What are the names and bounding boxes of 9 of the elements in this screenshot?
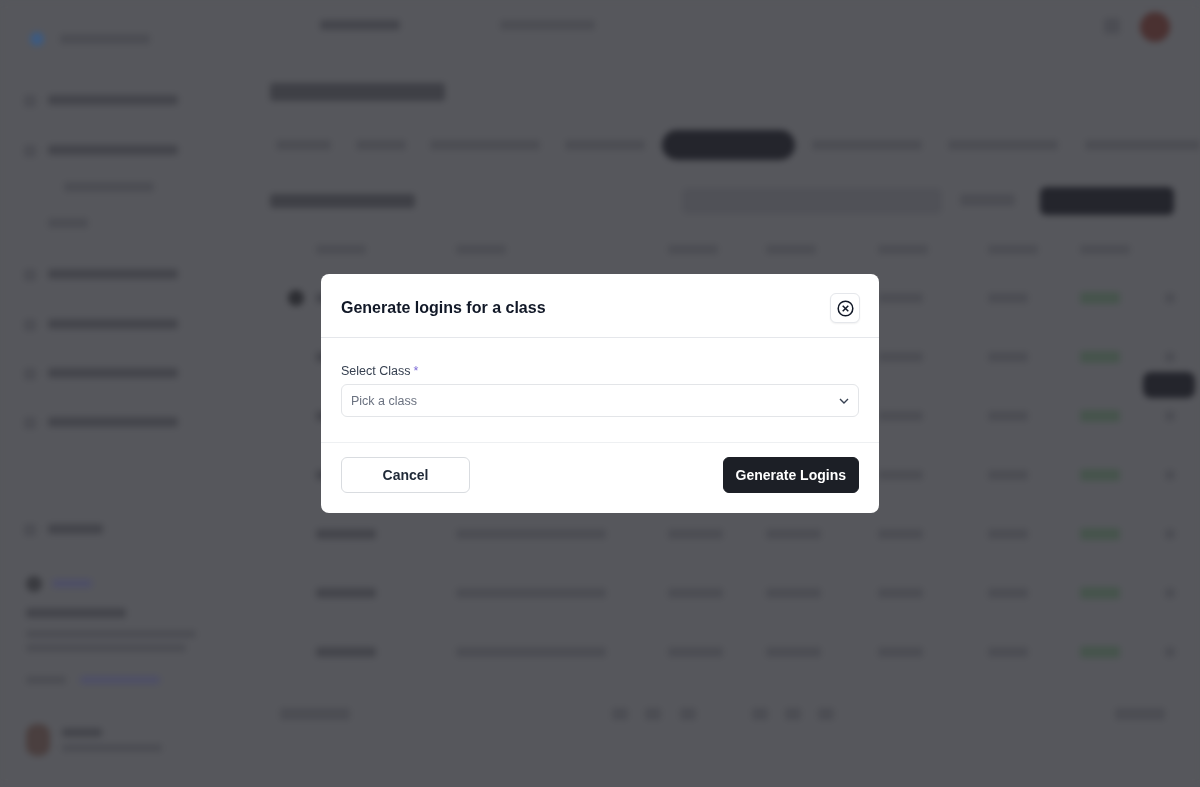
required-mark: *	[413, 364, 419, 378]
field-label: Select Class	[341, 364, 411, 378]
close-button[interactable]	[830, 293, 860, 323]
cancel-button[interactable]: Cancel	[341, 457, 470, 493]
close-icon	[836, 299, 854, 317]
dialog-title: Generate logins for a class	[341, 299, 546, 317]
generate-logins-button[interactable]: Generate Logins	[722, 457, 859, 493]
class-select[interactable]: Pick a class	[341, 384, 859, 417]
chevron-down-icon	[839, 397, 849, 404]
